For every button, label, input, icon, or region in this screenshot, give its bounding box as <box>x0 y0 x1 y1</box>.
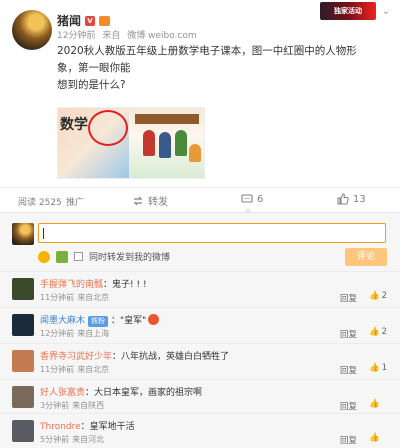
commenter-avatar[interactable] <box>12 420 34 442</box>
textbook-page-image[interactable] <box>129 108 204 178</box>
commenter-avatar[interactable] <box>12 386 34 408</box>
comment-like-button[interactable]: 👍 1 <box>369 363 387 373</box>
reply-button[interactable]: 回复 <box>340 292 357 304</box>
comment-text: ：皇军地干活 <box>80 422 135 432</box>
verified-badge-icon: V <box>85 15 96 26</box>
comment-like-count: 2 <box>381 291 388 301</box>
member-badge-icon <box>99 15 111 26</box>
composer-tools: 同时转发到我的微博 <box>38 250 170 263</box>
thumbs-up-icon <box>337 193 349 205</box>
comment-text: ：大日本皇军，画家的祖宗啊 <box>85 388 203 398</box>
commenter-avatar[interactable] <box>12 350 34 372</box>
comment-location: 来自北京 <box>77 365 110 374</box>
post-text-line: 2020秋人教版五年级上册数学电子课本，图一中红圈中的人物形象，第一眼你能 <box>57 45 357 74</box>
post-text-line: 想到的是什么? <box>57 79 126 91</box>
like-button[interactable]: 13 <box>337 193 366 205</box>
my-avatar <box>12 223 34 245</box>
thumbs-up-icon: 👍 <box>369 291 380 301</box>
thumbs-up-icon: 👍 <box>369 399 380 409</box>
comment-item: 闻墨大麻木 铁粉 ："皇军" 12分钟前 来自上海 回复 👍 2 <box>0 307 400 347</box>
thumbs-up-icon: 👍 <box>369 433 380 443</box>
commenter-avatar[interactable] <box>12 314 34 336</box>
comment-text: ：鬼子! ! ! <box>103 280 147 290</box>
comments-panel: 同时转发到我的微博 评论 手握弹飞的南瓢：鬼子! ! ! 11分钟前 来自北京 回… <box>0 212 400 448</box>
thumbs-up-icon: 👍 <box>369 363 380 373</box>
comment-like-button[interactable]: 👍 <box>369 433 382 443</box>
emoji-icon[interactable] <box>38 250 50 263</box>
comment-button[interactable]: 6 <box>241 193 263 205</box>
author-row: 猪闻 V <box>57 12 111 29</box>
comment-time: 5分钟前 <box>40 435 70 444</box>
text-cursor <box>43 228 44 239</box>
weibo-post: 猪闻 V 12分钟前 来自 微博 weibo.com 独家活动 ⌄ 2020秋人… <box>0 0 400 187</box>
chevron-down-icon[interactable]: ⌄ <box>380 6 392 18</box>
author-avatar[interactable] <box>12 10 52 50</box>
comment-like-button[interactable]: 👍 2 <box>369 291 387 301</box>
repost-label: 转发 <box>148 197 168 208</box>
reply-button[interactable]: 回复 <box>340 364 357 376</box>
comment-like-count: 2 <box>381 327 388 337</box>
cover-title: 数学 <box>60 117 88 133</box>
like-count: 13 <box>353 193 366 205</box>
comment-time: 3分钟前 <box>40 401 70 410</box>
comment-time: 11分钟前 <box>40 293 75 302</box>
comment-icon <box>241 194 253 203</box>
fan-badge: 铁粉 <box>88 316 109 327</box>
red-circle-highlight <box>88 110 128 146</box>
repost-button[interactable]: 转发 <box>132 193 168 208</box>
commenter-name[interactable]: 香界寺习武好少年 <box>40 352 112 362</box>
promo-banner[interactable]: 独家活动 <box>320 2 376 20</box>
reply-button[interactable]: 回复 <box>340 434 357 446</box>
post-meta: 12分钟前 来自 微博 weibo.com <box>57 28 201 41</box>
view-count: 阅读 2525 <box>18 198 62 208</box>
comment-item: Throndre：皇军地干活 5分钟前 来自河北 回复 👍 <box>0 413 400 448</box>
post-source[interactable]: 微博 weibo.com <box>127 31 196 41</box>
post-time[interactable]: 12分钟前 <box>57 31 95 41</box>
comment-time: 11分钟前 <box>40 365 75 374</box>
comment-location: 来自上海 <box>77 329 110 338</box>
repost-option-label: 同时转发到我的微博 <box>89 253 171 263</box>
commenter-name[interactable]: 手握弹飞的南瓢 <box>40 280 103 290</box>
author-name[interactable]: 猪闻 <box>57 12 81 29</box>
post-source-prefix: 来自 <box>102 31 121 41</box>
repost-icon <box>133 196 143 205</box>
comment-item: 手握弹飞的南瓢：鬼子! ! ! 11分钟前 来自北京 回复 👍 2 <box>0 271 400 311</box>
comment-item: 香界寺习武好少年：八年抗战，英雄白白牺牲了 11分钟前 来自北京 回复 👍 1 <box>0 343 400 383</box>
comment-location: 来自河北 <box>72 435 105 444</box>
comment-text: ：八年抗战，英雄白白牺牲了 <box>112 352 230 362</box>
reply-button[interactable]: 回复 <box>340 328 357 340</box>
image-icon[interactable] <box>56 250 68 263</box>
angry-emoji-icon <box>148 314 160 325</box>
comment-like-button[interactable]: 👍 <box>369 399 382 409</box>
comment-location: 来自北京 <box>77 293 110 302</box>
comment-like-button[interactable]: 👍 2 <box>369 327 387 337</box>
submit-comment-button[interactable]: 评论 <box>345 248 387 266</box>
comment-input[interactable] <box>38 223 386 243</box>
post-images: 数学 <box>57 107 205 179</box>
reply-button[interactable]: 回复 <box>340 400 357 412</box>
repost-checkbox[interactable] <box>74 252 83 261</box>
commenter-name[interactable]: 闻墨大麻木 <box>40 316 85 326</box>
commenter-name[interactable]: 好人张富贵 <box>40 388 85 398</box>
comment-location: 来自陕西 <box>72 401 105 410</box>
commenter-name[interactable]: Throndre <box>40 422 81 432</box>
comment-count: 6 <box>257 193 264 205</box>
comment-text: ："皇军" <box>111 316 147 326</box>
post-action-bar: 阅读 2525 推广 转发 6 13 <box>0 187 400 214</box>
commenter-avatar[interactable] <box>12 278 34 300</box>
comment-like-count: 1 <box>381 363 388 373</box>
comment-time: 12分钟前 <box>40 329 75 338</box>
promote-link[interactable]: 推广 <box>66 195 84 208</box>
thumbs-up-icon: 👍 <box>369 327 380 337</box>
textbook-cover-image[interactable]: 数学 <box>58 108 130 178</box>
